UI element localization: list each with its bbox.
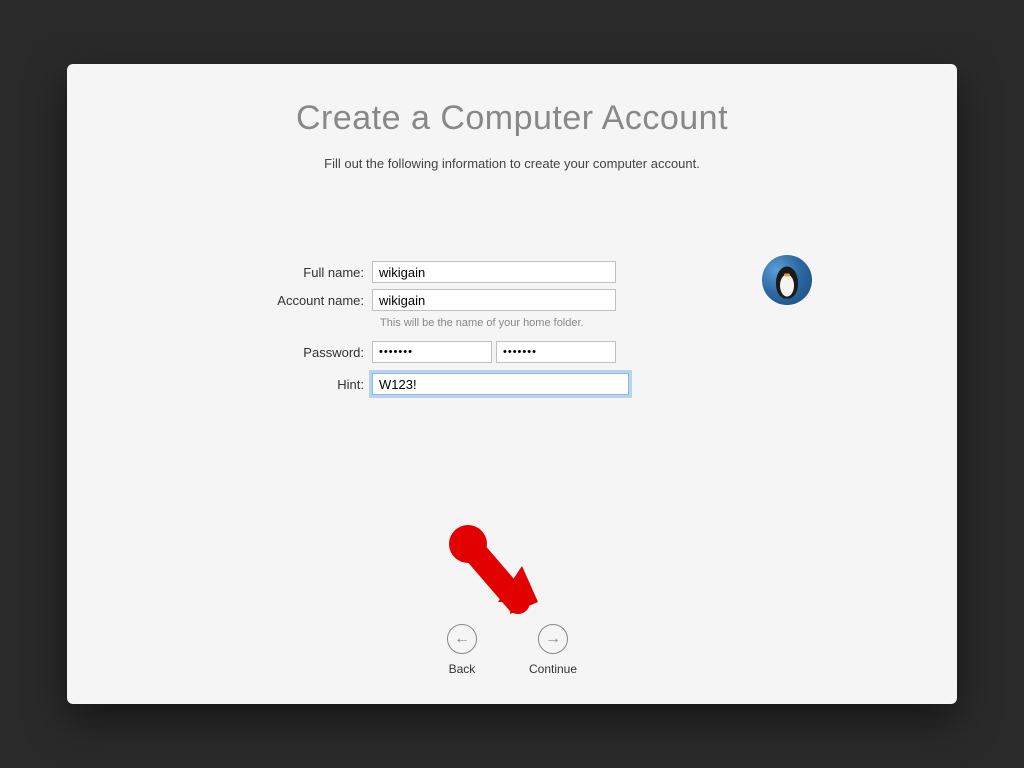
- account-name-input[interactable]: [372, 289, 616, 311]
- page-subtitle: Fill out the following information to cr…: [67, 156, 957, 171]
- password-input[interactable]: [372, 341, 492, 363]
- hint-label: Hint:: [232, 377, 372, 392]
- continue-button[interactable]: → Continue: [529, 624, 577, 676]
- password-label: Password:: [232, 345, 372, 360]
- full-name-row: Full name:: [232, 261, 792, 283]
- account-form: Full name: Account name: This will be th…: [232, 261, 792, 395]
- hint-input[interactable]: [372, 373, 629, 395]
- full-name-input[interactable]: [372, 261, 616, 283]
- back-button[interactable]: ← Back: [447, 624, 477, 676]
- user-avatar[interactable]: [762, 255, 812, 305]
- hint-row: Hint:: [232, 373, 792, 395]
- account-name-helper: This will be the name of your home folde…: [380, 317, 792, 329]
- penguin-icon: [776, 267, 798, 299]
- password-row: Password:: [232, 341, 792, 363]
- red-arrow-annotation: [440, 524, 560, 634]
- setup-window: Create a Computer Account Fill out the f…: [67, 64, 957, 704]
- navigation-buttons: ← Back → Continue: [447, 624, 577, 676]
- back-arrow-icon: ←: [447, 624, 477, 654]
- continue-label: Continue: [529, 662, 577, 676]
- full-name-label: Full name:: [232, 265, 372, 280]
- password-verify-input[interactable]: [496, 341, 616, 363]
- continue-arrow-icon: →: [538, 624, 568, 654]
- account-name-row: Account name:: [232, 289, 792, 311]
- page-title: Create a Computer Account: [67, 99, 957, 138]
- account-name-label: Account name:: [232, 293, 372, 308]
- back-label: Back: [449, 662, 476, 676]
